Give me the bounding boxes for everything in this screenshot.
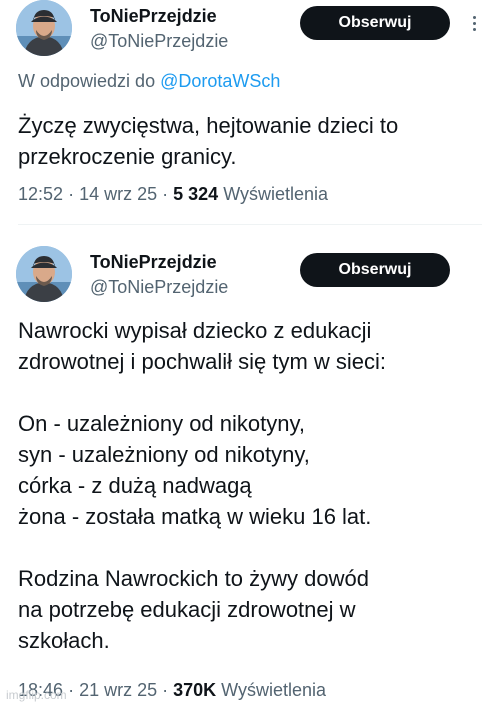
views-count: 370K [173, 680, 217, 700]
follow-button[interactable]: Obserwuj [300, 6, 450, 40]
more-options-icon[interactable] [464, 8, 484, 38]
views-count: 5 324 [173, 184, 219, 204]
user-handle[interactable]: @ToNiePrzejdzie [90, 277, 228, 298]
tweet-text: Nawrocki wypisał dziecko z edukacji zdro… [18, 318, 387, 653]
reply-context: W odpowiedzi do @DorotaWSch [18, 71, 280, 92]
follow-button[interactable]: Obserwuj [300, 253, 450, 287]
reply-prefix: W odpowiedzi do [18, 71, 156, 91]
reply-mention-link[interactable]: @DorotaWSch [160, 71, 280, 91]
display-name[interactable]: ToNiePrzejdzie [90, 6, 217, 27]
tweet-date[interactable]: 14 wrz 25 [79, 184, 157, 204]
tweet-date[interactable]: 21 wrz 25 [79, 680, 157, 700]
user-handle[interactable]: @ToNiePrzejdzie [90, 31, 228, 52]
tweet-reply: ToNiePrzejdzie @ToNiePrzejdzie Obserwuj … [0, 0, 500, 224]
tweet-divider [18, 224, 482, 225]
profile-avatar[interactable] [16, 0, 72, 56]
views-label: Wyświetlenia [223, 184, 329, 204]
watermark: imgflip.com [6, 688, 67, 702]
views-label: Wyświetlenia [221, 680, 327, 700]
tweet-main: ToNiePrzejdzie @ToNiePrzejdzie Obserwuj … [0, 228, 500, 706]
tweet-meta: 12:52 · 14 wrz 25 · 5 324 Wyświetlenia [18, 184, 329, 204]
display-name[interactable]: ToNiePrzejdzie [90, 252, 217, 273]
tweet-text: Życzę zwycięstwa, hejtowanie dzieci to p… [18, 113, 399, 169]
tweet-time[interactable]: 12:52 [18, 184, 63, 204]
profile-avatar[interactable] [16, 246, 72, 302]
